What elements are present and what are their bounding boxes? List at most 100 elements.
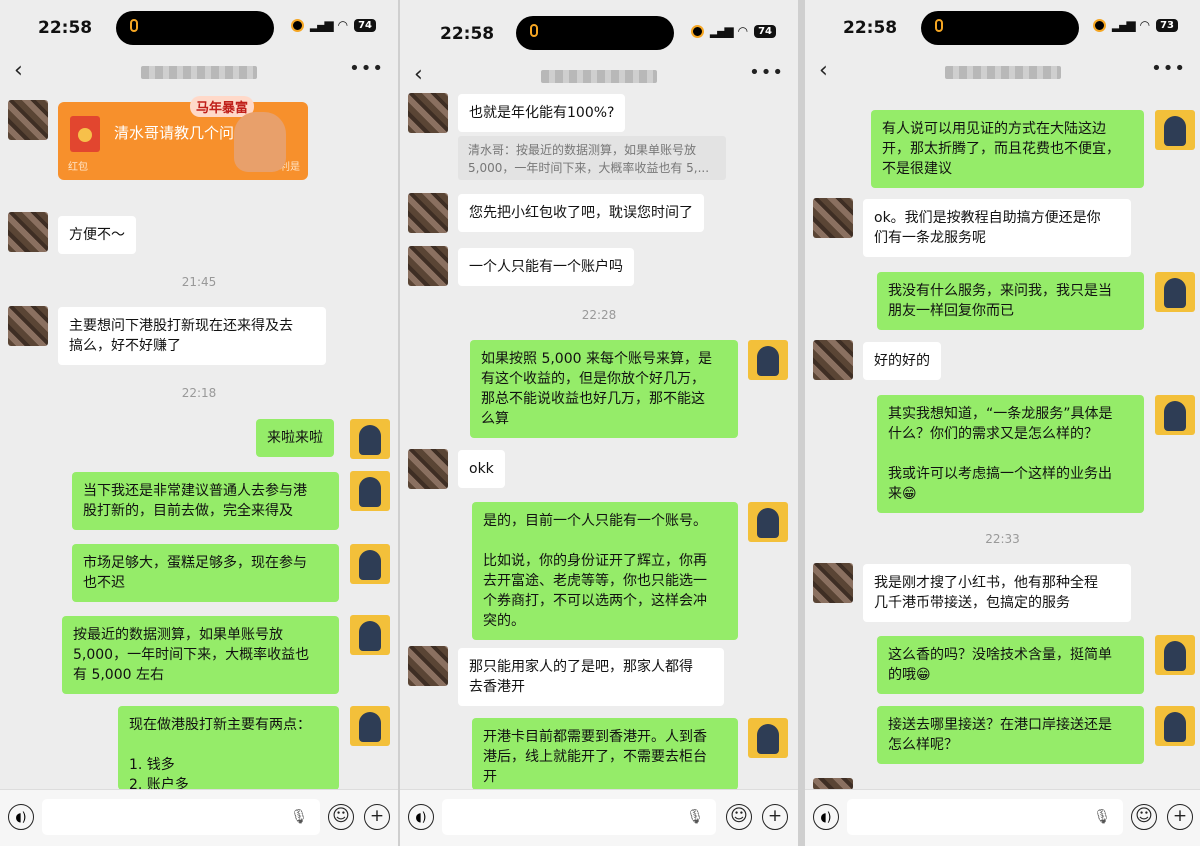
message-bubble[interactable]: 方便不～ — [58, 216, 136, 254]
more-icon[interactable]: ••• — [1151, 58, 1186, 79]
message-bubble[interactable]: 我是刚才搜了小红书，他有那种全程 几千港币带接送，包搞定的服务 — [863, 564, 1131, 622]
back-icon[interactable]: ‹ — [414, 62, 423, 87]
avatar[interactable] — [8, 212, 48, 252]
message-bubble[interactable]: 一个人只能有一个账户吗 — [458, 248, 634, 286]
avatar[interactable] — [1155, 706, 1195, 746]
battery-icon: 74 — [354, 18, 376, 32]
signal-icon: ▂▄▆ — [709, 24, 734, 38]
input-bar: ◖) 🎙 ☺ + — [805, 789, 1200, 846]
mic-icon[interactable]: 🎙 — [1093, 809, 1111, 825]
avatar[interactable] — [748, 340, 788, 380]
signal-icon: ▂▄▆ — [1111, 18, 1136, 32]
message-input[interactable]: 🎙 — [847, 799, 1123, 835]
avatar[interactable] — [748, 502, 788, 542]
message-bubble[interactable]: 是的，目前一个人只能有一个账号。 比如说，你的身份证开了辉立，你再 去开富途、老… — [472, 502, 738, 640]
message-bubble[interactable]: 市场足够大，蛋糕足够多，现在参与 也不迟 — [72, 544, 339, 602]
avatar[interactable] — [350, 615, 390, 655]
mic-icon[interactable]: 🎙 — [290, 809, 308, 825]
chat-screen-2: 22:58 ▂▄▆ ◠ 74 ‹ ••• 也就是年化能有100%? 清水哥：按最… — [400, 0, 798, 846]
mic-indicator-icon — [935, 19, 943, 32]
emoji-icon[interactable]: ☺ — [726, 804, 752, 830]
message-bubble[interactable]: 也就是年化能有100%? — [458, 94, 626, 132]
avatar[interactable] — [408, 246, 448, 286]
dynamic-island — [516, 16, 674, 50]
avatar[interactable] — [813, 340, 853, 380]
back-icon[interactable]: ‹ — [14, 58, 23, 83]
avatar[interactable] — [1155, 635, 1195, 675]
timestamp: 22:28 — [581, 308, 617, 322]
timestamp: 21:45 — [181, 275, 217, 289]
status-time: 22:58 — [843, 18, 898, 38]
avatar[interactable] — [350, 544, 390, 584]
avatar[interactable] — [408, 646, 448, 686]
avatar[interactable] — [813, 198, 853, 238]
wifi-icon: ◠ — [1139, 18, 1151, 32]
message-bubble[interactable]: 按最近的数据测算，如果单账号放 5,000，一年时间下来，大概率收益也 有 5,… — [62, 616, 339, 694]
quoted-message[interactable]: 清水哥：按最近的数据测算，如果单账号放 5,000，一年时间下来，大概率收益也有… — [458, 136, 726, 180]
message-bubble[interactable]: 现在做港股打新主要有两点： 1. 钱多 2. 账户多 — [118, 706, 339, 790]
input-bar: ◖) 🎙 ☺ + — [400, 789, 798, 846]
avatar[interactable] — [813, 563, 853, 603]
avatar[interactable] — [408, 449, 448, 489]
chat-header: ‹ ••• — [400, 60, 798, 94]
message-input[interactable]: 🎙 — [42, 799, 320, 835]
avatar[interactable] — [408, 193, 448, 233]
message-bubble[interactable]: 这么香的吗？没啥技术含量，挺简单 的哦😁 — [877, 636, 1144, 694]
more-icon[interactable]: ••• — [749, 62, 784, 83]
message-bubble[interactable]: ok。我们是按教程自助搞方便还是你 们有一条龙服务呢 — [863, 199, 1131, 257]
message-bubble[interactable]: 有人说可以用见证的方式在大陆这边 开，那太折腾了，而且花费也不便宜， 不是很建议 — [871, 110, 1144, 188]
red-packet-cover-illustration — [234, 112, 286, 172]
avatar[interactable] — [408, 93, 448, 133]
avatar[interactable] — [350, 706, 390, 746]
message-bubble[interactable]: 如果按照 5,000 来每个账号来算，是 有这个收益的，但是你放个好几万， 那总… — [470, 340, 738, 438]
voice-icon[interactable]: ◖) — [813, 804, 839, 830]
avatar[interactable] — [350, 419, 390, 459]
message-bubble[interactable]: 我没有什么服务，来问我，我只是当 朋友一样回复你而已 — [877, 272, 1144, 330]
message-input[interactable]: 🎙 — [442, 799, 716, 835]
more-icon[interactable]: ••• — [349, 58, 384, 79]
back-icon[interactable]: ‹ — [819, 58, 828, 83]
message-bubble[interactable]: 其实我想知道，“一条龙服务”具体是 什么？你们的需求又是怎么样的？ 我或许可以考… — [877, 395, 1144, 513]
chat-header: ‹ ••• — [805, 56, 1200, 90]
input-bar: ◖) 🎙 ☺ + — [0, 789, 398, 846]
battery-icon: 74 — [754, 24, 776, 38]
avatar[interactable] — [748, 718, 788, 758]
chat-header: ‹ ••• — [0, 56, 398, 90]
avatar[interactable] — [1155, 110, 1195, 150]
recording-dot-icon — [290, 18, 304, 32]
status-time: 22:58 — [38, 18, 93, 38]
avatar[interactable] — [8, 306, 48, 346]
voice-icon[interactable]: ◖) — [408, 804, 434, 830]
message-bubble[interactable]: 开港卡目前都需要到香港开。人到香 港后，线上就能开了，不需要去柜台 开 — [472, 718, 738, 790]
signal-icon: ▂▄▆ — [309, 18, 334, 32]
emoji-icon[interactable]: ☺ — [328, 804, 354, 830]
status-time: 22:58 — [440, 24, 495, 44]
avatar[interactable] — [350, 471, 390, 511]
message-bubble[interactable]: 那只能用家人的了是吧，那家人都得 去香港开 — [458, 648, 724, 706]
message-bubble[interactable]: 您先把小红包收了吧，耽误您时间了 — [458, 194, 704, 232]
avatar[interactable] — [1155, 395, 1195, 435]
chat-screen-3: 22:58 ▂▄▆ ◠ 73 ‹ ••• 有人说可以用见证的方式在大陆这边 开，… — [805, 0, 1200, 846]
message-bubble[interactable]: 接送去哪里接送？在港口岸接送还是 怎么样呢？ — [877, 706, 1144, 764]
plus-icon[interactable]: + — [364, 804, 390, 830]
status-bar: 22:58 ▂▄▆ ◠ 74 — [400, 0, 798, 56]
red-packet[interactable]: 清水哥请教几个问题 红包 利是 马年暴富 — [58, 96, 308, 180]
avatar[interactable] — [1155, 272, 1195, 312]
mic-icon[interactable]: 🎙 — [686, 809, 704, 825]
dynamic-island — [116, 11, 274, 45]
dynamic-island — [921, 11, 1079, 45]
status-bar: 22:58 ▂▄▆ ◠ 73 — [805, 0, 1200, 56]
emoji-icon[interactable]: ☺ — [1131, 804, 1157, 830]
message-bubble[interactable]: 来啦来啦 — [256, 419, 334, 457]
contact-name-blurred — [141, 66, 257, 79]
message-bubble[interactable]: 当下我还是非常建议普通人去参与港 股打新的，目前去做，完全来得及 — [72, 472, 339, 530]
avatar[interactable] — [8, 100, 48, 140]
red-packet-icon — [70, 116, 100, 152]
mic-indicator-icon — [530, 24, 538, 37]
message-bubble[interactable]: 好的好的 — [863, 342, 941, 380]
message-bubble[interactable]: okk — [458, 450, 505, 488]
message-bubble[interactable]: 主要想问下港股打新现在还来得及去 搞么，好不好赚了 — [58, 307, 326, 365]
voice-icon[interactable]: ◖) — [8, 804, 34, 830]
plus-icon[interactable]: + — [762, 804, 788, 830]
plus-icon[interactable]: + — [1167, 804, 1193, 830]
